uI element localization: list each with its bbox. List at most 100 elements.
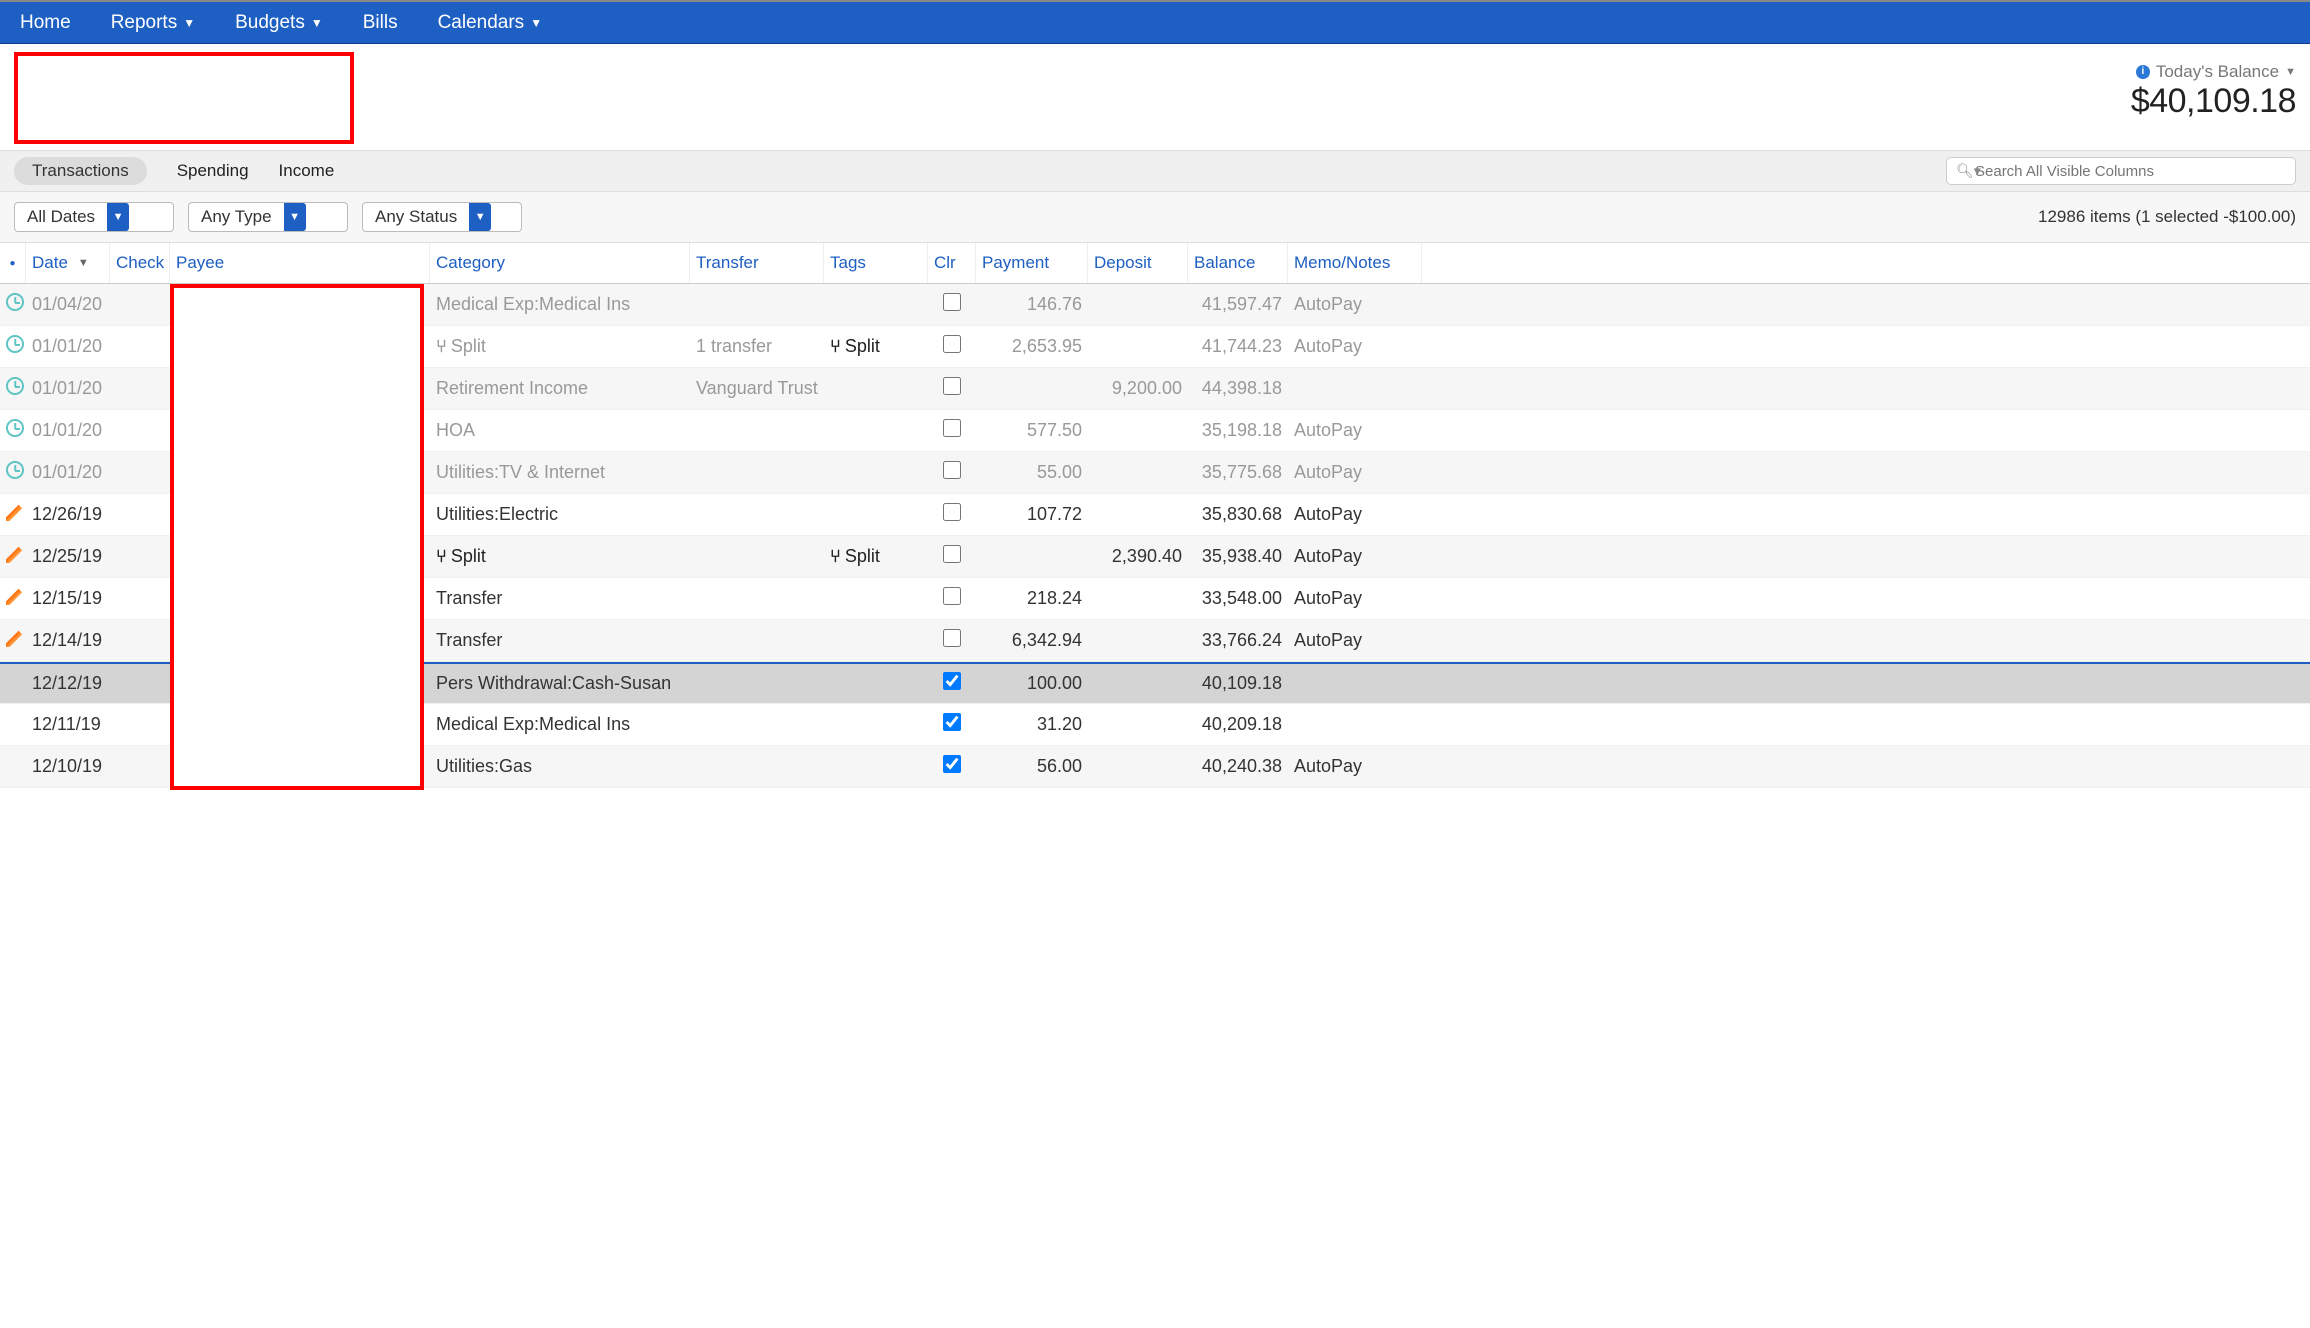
caret-down-icon: ▼ [2285,66,2296,78]
info-icon: i [2136,65,2150,79]
row-status-icon [0,629,26,652]
table-row[interactable]: 01/01/20HOA577.5035,198.18AutoPay [0,410,2310,452]
table-row[interactable]: 12/14/19Transfer6,342.9433,766.24AutoPay [0,620,2310,662]
clr-checkbox[interactable] [943,335,961,353]
cell-category: ⑂Split [430,336,690,357]
cell-payment: 6,342.94 [976,630,1088,651]
nav-budgets[interactable]: Budgets▼ [235,12,323,34]
cell-clr [928,293,976,316]
cell-memo: AutoPay [1288,420,1422,441]
cell-payment: 107.72 [976,504,1088,525]
tab-transactions[interactable]: Transactions [14,157,147,185]
table-row[interactable]: 01/01/20⑂Split1 transfer⑂Split2,653.9541… [0,326,2310,368]
clr-checkbox[interactable] [943,461,961,479]
col-date[interactable]: Date▼ [26,243,110,283]
sort-desc-icon: ▼ [78,257,89,269]
clr-checkbox[interactable] [943,713,961,731]
clr-checkbox[interactable] [943,545,961,563]
cell-payment: 56.00 [976,756,1088,777]
balance-label: Today's Balance [2156,62,2279,82]
cell-date: 01/01/20 [26,336,110,357]
tab-income[interactable]: Income [279,161,335,181]
cell-date: 12/11/19 [26,714,110,735]
clr-checkbox[interactable] [943,629,961,647]
cell-clr [928,587,976,610]
cell-memo: AutoPay [1288,462,1422,483]
table-row[interactable]: 12/25/19⑂Split⑂Split2,390.4035,938.40Aut… [0,536,2310,578]
cell-category: ⑂Split [430,546,690,567]
table-row[interactable]: 01/04/20Medical Exp:Medical Ins146.7641,… [0,284,2310,326]
filter-type[interactable]: Any Type▼ [188,202,348,232]
table-row[interactable]: 12/15/19Transfer218.2433,548.00AutoPay [0,578,2310,620]
col-balance[interactable]: Balance [1188,243,1288,283]
table-row[interactable]: 12/12/19Pers Withdrawal:Cash-Susan100.00… [0,662,2310,704]
cell-balance: 40,209.18 [1188,714,1288,735]
cell-clr [928,545,976,568]
filter-status[interactable]: Any Status▼ [362,202,522,232]
table-row[interactable]: 12/10/19Utilities:Gas56.0040,240.38AutoP… [0,746,2310,788]
col-balance-label: Balance [1194,253,1255,272]
row-status-icon [0,377,26,400]
col-deposit[interactable]: Deposit [1088,243,1188,283]
clr-checkbox[interactable] [943,377,961,395]
cell-category: Utilities:Electric [430,504,690,525]
cell-payment: 577.50 [976,420,1088,441]
col-check[interactable]: Check [110,243,170,283]
nav-bills-label: Bills [363,12,398,34]
nav-calendars-label: Calendars [438,12,525,34]
row-status-icon [0,587,26,610]
nav-home[interactable]: Home [20,12,71,34]
balance-amount: $40,109.18 [2131,82,2296,121]
cell-balance: 40,240.38 [1188,756,1288,777]
cell-memo: AutoPay [1288,546,1422,567]
cell-category: Pers Withdrawal:Cash-Susan [430,673,690,694]
cell-tags: ⑂Split [824,546,928,567]
nav-reports[interactable]: Reports▼ [111,12,195,34]
search-icon: 🔍︎▾ [1956,163,1981,180]
table-row[interactable]: 01/01/20Retirement IncomeVanguard Trust9… [0,368,2310,410]
cell-category: Utilities:Gas [430,756,690,777]
cell-date: 12/10/19 [26,756,110,777]
col-payee[interactable]: Payee [170,243,430,283]
filter-dates[interactable]: All Dates▼ [14,202,174,232]
tab-transactions-label: Transactions [32,161,129,180]
col-status-icon[interactable]: ● [0,243,26,283]
clock-icon [6,377,24,395]
cell-date: 01/04/20 [26,294,110,315]
clr-checkbox[interactable] [943,503,961,521]
col-transfer[interactable]: Transfer [690,243,824,283]
cell-payment: 218.24 [976,588,1088,609]
view-tab-row: Transactions Spending Income 🔍︎▾ [0,150,2310,192]
col-memo[interactable]: Memo/Notes [1288,243,1422,283]
table-row[interactable]: 12/26/19Utilities:Electric107.7235,830.6… [0,494,2310,536]
split-icon: ⑂ [830,336,841,356]
col-memo-label: Memo/Notes [1294,253,1390,272]
clr-checkbox[interactable] [943,293,961,311]
clr-checkbox[interactable] [943,755,961,773]
caret-down-icon: ▼ [311,16,323,30]
table-row[interactable]: 12/11/19Medical Exp:Medical Ins31.2040,2… [0,704,2310,746]
column-header-row: ● Date▼ Check Payee Category Transfer Ta… [0,243,2310,284]
transactions-table: 01/04/20Medical Exp:Medical Ins146.7641,… [0,284,2310,788]
cell-category: Utilities:TV & Internet [430,462,690,483]
top-nav: Home Reports▼ Budgets▼ Bills Calendars▼ [0,0,2310,44]
tab-spending[interactable]: Spending [177,161,249,181]
clr-checkbox[interactable] [943,587,961,605]
cell-category: Transfer [430,630,690,651]
filter-status-label: Any Status [363,207,469,227]
balance-label-row[interactable]: i Today's Balance ▼ [2131,62,2296,82]
nav-calendars[interactable]: Calendars▼ [438,12,543,34]
row-status-icon [0,461,26,484]
col-payment[interactable]: Payment [976,243,1088,283]
col-clr[interactable]: Clr [928,243,976,283]
pencil-icon [6,629,24,647]
cell-clr [928,461,976,484]
table-row[interactable]: 01/01/20Utilities:TV & Internet55.0035,7… [0,452,2310,494]
col-category[interactable]: Category [430,243,690,283]
search-input[interactable] [1946,157,2296,185]
clr-checkbox[interactable] [943,672,961,690]
chevron-down-icon: ▼ [107,203,129,231]
nav-bills[interactable]: Bills [363,12,398,34]
clr-checkbox[interactable] [943,419,961,437]
col-tags[interactable]: Tags [824,243,928,283]
